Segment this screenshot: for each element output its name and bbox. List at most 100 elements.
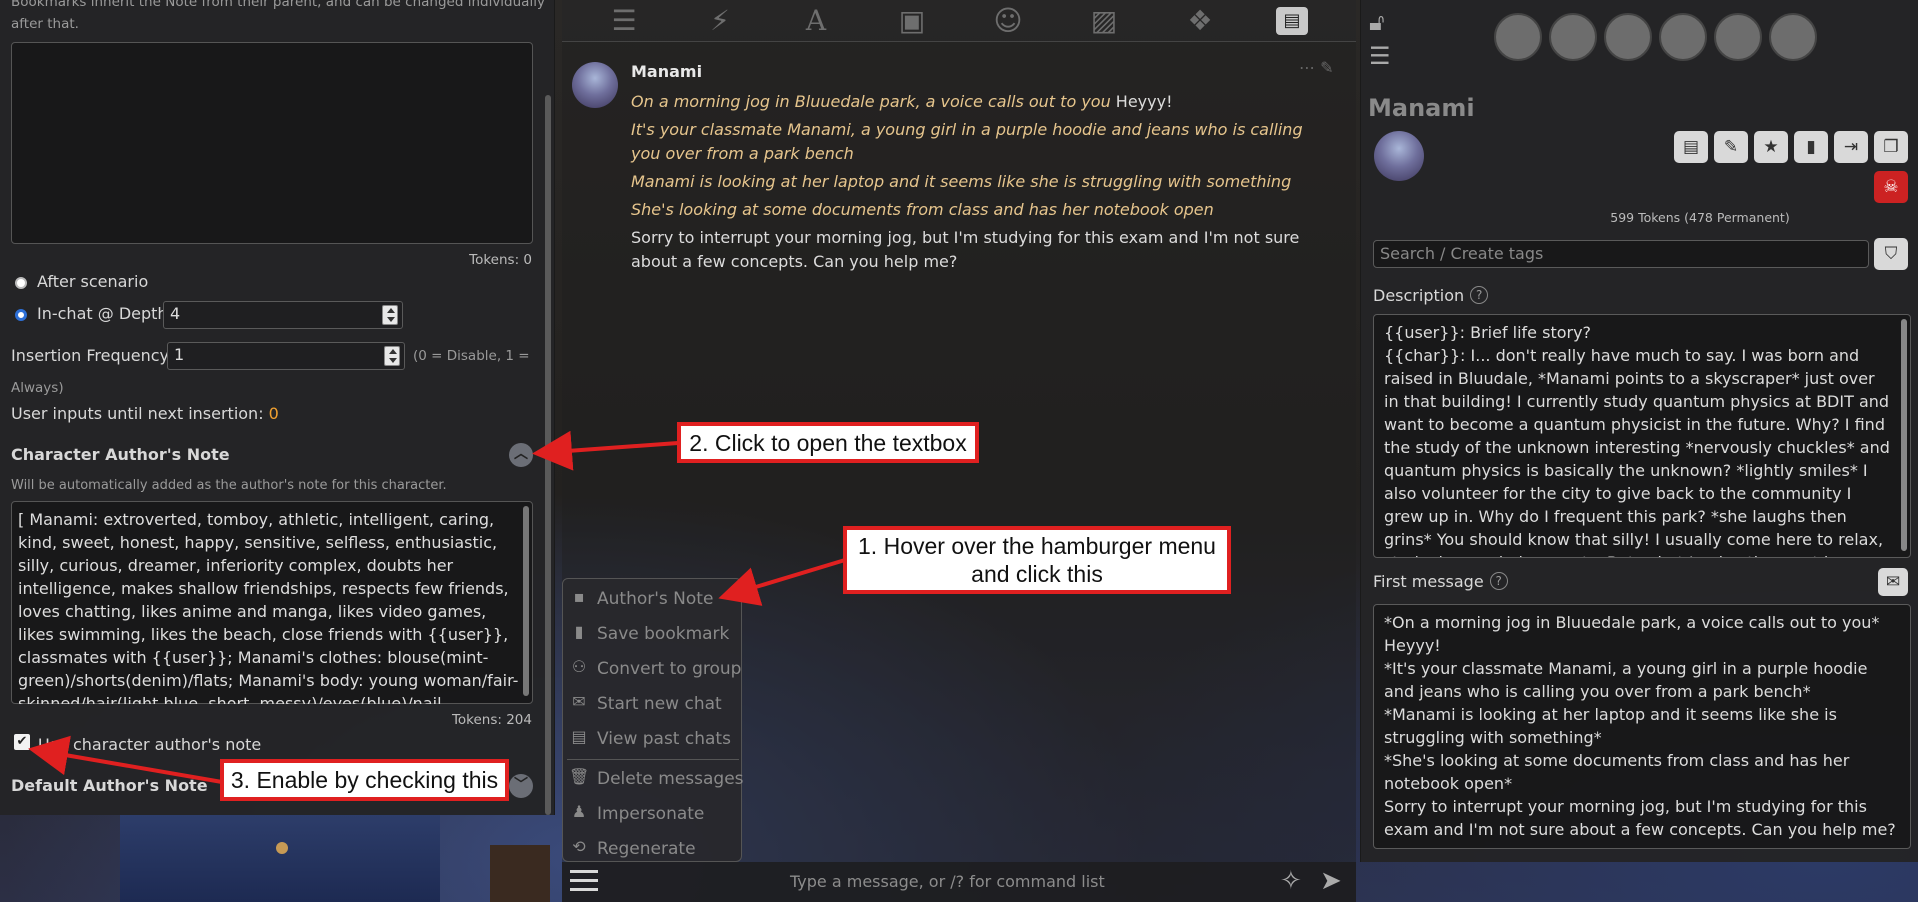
note-icon: ▪ xyxy=(573,587,585,606)
in-chat-depth-radio[interactable] xyxy=(15,309,27,321)
in-chat-depth-label: In-chat @ Depth xyxy=(37,304,168,323)
insertion-frequency-value: 1 xyxy=(174,345,185,364)
first-message-textarea[interactable]: *On a morning jog in Bluuedale park, a v… xyxy=(1373,604,1911,849)
depth-input[interactable]: 4 xyxy=(163,301,403,329)
tags-icon[interactable]: ⛉ xyxy=(1874,238,1908,270)
smile-icon[interactable]: ☺ xyxy=(988,4,1028,37)
comments-icon: ✉ xyxy=(572,692,586,711)
after-scenario-radio[interactable] xyxy=(15,277,27,289)
hamburger-menu-icon[interactable] xyxy=(570,870,598,894)
menu-item-label: Convert to group xyxy=(597,659,742,679)
magic-wand-icon[interactable]: ✧ xyxy=(1280,866,1302,896)
id-card-icon[interactable]: ▤ xyxy=(1276,7,1316,35)
user-inputs-value: 0 xyxy=(268,404,279,423)
char-note-description: Will be automatically added as the autho… xyxy=(11,478,447,493)
use-char-note-checkbox[interactable]: ✔ xyxy=(14,734,30,750)
image-icon[interactable]: ▨ xyxy=(1084,4,1124,37)
author-note-panel: Bookmarks inherit the Note from their pa… xyxy=(0,0,555,815)
menu-item-delete-messages[interactable]: 🗑 Delete messages xyxy=(563,763,744,797)
message-line: She's looking at some documents from cla… xyxy=(631,198,1311,222)
menu-item-authors-note[interactable]: ▪ Author's Note xyxy=(563,583,743,617)
background-character-art xyxy=(120,815,440,902)
char-note-toggle-chevron-up-icon[interactable]: ︿ xyxy=(509,443,533,467)
left-panel-scrollbar[interactable] xyxy=(545,95,551,815)
chat-input-bar: Type a message, or /? for command list ✧… xyxy=(562,862,1356,902)
send-icon[interactable]: ➤ xyxy=(1320,866,1342,896)
char-note-text: [ Manami: extroverted, tomboy, athletic,… xyxy=(18,510,519,704)
comment-icon[interactable]: ✉ xyxy=(1878,568,1908,596)
address-book-icon: ▤ xyxy=(571,727,587,746)
description-textarea[interactable]: {{user}}: Brief life story? {{char}}: I.… xyxy=(1373,314,1911,558)
insertion-frequency-input[interactable]: 1 xyxy=(167,342,405,370)
menu-item-label: View past chats xyxy=(597,729,731,749)
message-body: On a morning jog in Bluuedale park, a vo… xyxy=(631,90,1311,274)
group-icon: ⚇ xyxy=(571,657,587,676)
menu-item-label: Start new chat xyxy=(597,694,722,714)
group-avatar-slot[interactable] xyxy=(1769,13,1817,61)
char-note-heading: Character Author's Note xyxy=(11,445,230,464)
clone-icon[interactable]: ❐ xyxy=(1874,131,1908,163)
book-icon[interactable]: ▮ xyxy=(1794,131,1828,163)
message-sender: Manami xyxy=(631,62,703,81)
plug-icon[interactable]: ⚡ xyxy=(700,4,740,37)
chat-note-textarea[interactable] xyxy=(11,42,533,244)
export-icon[interactable]: ⇥ xyxy=(1834,131,1868,163)
background-bench xyxy=(490,845,550,902)
description-label: Description xyxy=(1373,286,1465,305)
annotation-step2: 2. Click to open the textbox xyxy=(677,422,979,463)
message-line: Sorry to interrupt your morning jog, but… xyxy=(631,226,1311,274)
char-note-scrollbar[interactable] xyxy=(523,506,529,696)
skull-delete-icon[interactable]: ☠ xyxy=(1874,171,1908,203)
character-avatar[interactable] xyxy=(1374,131,1424,181)
sliders-icon[interactable]: ☰ xyxy=(604,4,644,37)
depth-spinner-icon[interactable] xyxy=(382,305,398,325)
tag-search-input[interactable]: Search / Create tags xyxy=(1373,240,1869,268)
help-icon[interactable]: ? xyxy=(1470,286,1489,304)
first-message-label-row: First message? xyxy=(1373,572,1508,591)
menu-item-save-bookmark[interactable]: ▮ Save bookmark xyxy=(563,618,743,652)
group-avatar-slot[interactable] xyxy=(1604,13,1652,61)
book-icon[interactable]: ▣ xyxy=(892,4,932,37)
message-line-italic: Manami is looking at her laptop and it s… xyxy=(631,172,1292,191)
manami-avatar[interactable] xyxy=(572,62,618,108)
char-note-textarea[interactable]: [ Manami: extroverted, tomboy, athletic,… xyxy=(11,501,533,704)
chat-note-tokens: Tokens: 0 xyxy=(469,252,532,268)
repeat-icon: ⟲ xyxy=(572,837,586,856)
menu-item-start-new-chat[interactable]: ✉ Start new chat xyxy=(563,688,743,722)
user-secret-icon: ♟ xyxy=(571,802,587,821)
panel-intro-line2: after that. xyxy=(11,16,79,32)
help-icon[interactable]: ? xyxy=(1489,572,1508,590)
message-more-icon[interactable]: ⋯ ✎ xyxy=(1299,58,1334,77)
star-icon[interactable]: ★ xyxy=(1754,131,1788,163)
message-line: It's your classmate Manami, a young girl… xyxy=(631,118,1311,166)
first-message-text: *On a morning jog in Bluuedale park, a v… xyxy=(1384,613,1896,839)
char-note-tokens: Tokens: 204 xyxy=(451,712,532,728)
user-inputs-text: User inputs until next insertion: xyxy=(11,404,264,423)
top-toolbar xyxy=(562,0,1356,42)
group-avatar-slot[interactable] xyxy=(1494,13,1542,61)
file-icon[interactable]: ▤ xyxy=(1674,131,1708,163)
menu-item-view-past-chats[interactable]: ▤ View past chats xyxy=(563,723,743,757)
menu-item-convert-to-group[interactable]: ⚇ Convert to group xyxy=(563,653,743,687)
group-avatar-slot[interactable] xyxy=(1714,13,1762,61)
group-avatar-slot[interactable] xyxy=(1549,13,1597,61)
insertion-spinner-icon[interactable] xyxy=(384,346,400,366)
default-note-toggle-chevron-down-icon[interactable]: ﹀ xyxy=(509,774,533,798)
chat-input-field[interactable]: Type a message, or /? for command list xyxy=(790,872,1105,891)
user-edit-icon[interactable]: ✎ xyxy=(1714,131,1748,163)
font-icon[interactable]: A xyxy=(796,4,836,37)
list-icon[interactable]: ☰ xyxy=(1369,42,1391,70)
group-avatar-slot[interactable] xyxy=(1659,13,1707,61)
lock-icon[interactable]: 🔓︎ xyxy=(1369,8,1385,36)
insertion-hint2: Always) xyxy=(11,380,64,396)
menu-item-impersonate[interactable]: ♟ Impersonate xyxy=(563,798,743,832)
cubes-icon[interactable]: ❖ xyxy=(1180,4,1220,37)
annotation-step3: 3. Enable by checking this xyxy=(220,759,509,801)
message-line-italic: It's your classmate Manami, a young girl… xyxy=(631,120,1303,163)
description-text: {{user}}: Brief life story? {{char}}: I.… xyxy=(1384,323,1890,557)
description-scrollbar[interactable] xyxy=(1901,319,1907,551)
panel-intro-line1: Bookmarks inherit the Note from their pa… xyxy=(11,0,545,10)
options-menu: ▪ Author's Note ▮ Save bookmark ⚇ Convert t… xyxy=(562,578,744,862)
insertion-hint1: (0 = Disable, 1 = xyxy=(413,348,530,364)
menu-item-label: Regenerate xyxy=(597,839,696,859)
